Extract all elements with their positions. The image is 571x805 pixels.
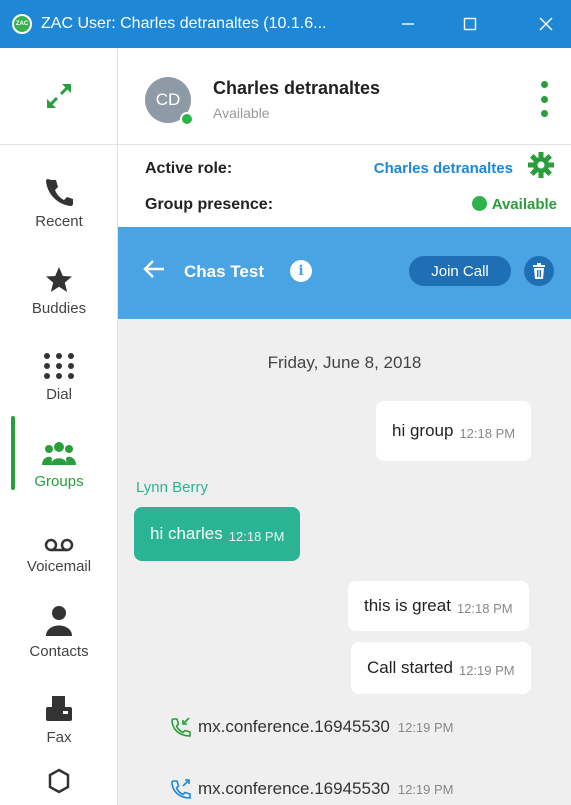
minimize-button[interactable] — [383, 0, 433, 48]
maximize-button[interactable] — [445, 0, 495, 48]
message-text: Call started — [367, 658, 453, 677]
expand-button[interactable] — [0, 48, 118, 145]
dialpad-icon — [44, 353, 74, 379]
voicemail-icon — [44, 538, 74, 552]
message-time: 12:19 PM — [458, 662, 515, 678]
kebab-dot — [540, 81, 548, 88]
role-panel: Active role: Charles detranaltes Group p… — [118, 145, 571, 227]
expand-icon — [46, 83, 72, 109]
sidebar-item-voicemail[interactable]: Voicemail — [0, 497, 118, 583]
call-log-time: 12:19 PM — [397, 719, 454, 735]
sidebar-item-fax[interactable]: Fax — [0, 668, 118, 754]
sidebar-item-groups[interactable]: Groups — [0, 412, 118, 498]
group-presence-label: Group presence: — [145, 196, 274, 213]
sidebar-item-label: Contacts — [29, 643, 89, 660]
conversation-header: Chas Test i Join Call — [118, 227, 571, 319]
trash-icon — [533, 263, 545, 279]
message-bubble-outgoing[interactable]: Call started 12:19 PM — [351, 642, 531, 694]
sidebar-item-label: Fax — [46, 729, 72, 746]
message-bubble-outgoing[interactable]: this is great 12:18 PM — [348, 581, 529, 631]
back-button[interactable] — [143, 258, 165, 285]
sidebar-item-contacts[interactable]: Contacts — [0, 582, 118, 668]
settings-icon — [48, 768, 70, 794]
user-status: Available — [213, 105, 270, 121]
call-log-text: mx.conference.16945530 — [198, 779, 390, 798]
call-log-text: mx.conference.16945530 — [198, 717, 390, 736]
sidebar-item-label: Recent — [35, 213, 83, 230]
conversation-title: Chas Test — [184, 262, 264, 281]
call-log-row[interactable]: mx.conference.16945530 12:19 PM — [170, 779, 454, 799]
user-name: Charles detranaltes — [213, 78, 381, 98]
sidebar-item-label: Groups — [34, 473, 84, 490]
person-icon — [46, 606, 72, 636]
join-call-button[interactable]: Join Call — [409, 256, 511, 286]
close-icon — [539, 17, 553, 31]
info-icon[interactable]: i — [290, 260, 312, 282]
role-settings-button[interactable] — [528, 152, 554, 183]
group-presence-text: Available — [491, 196, 557, 213]
message-sender: Lynn Berry — [136, 479, 208, 496]
presence-dot-icon — [471, 196, 487, 211]
outgoing-call-icon — [171, 779, 191, 799]
active-role-label: Active role: — [145, 160, 233, 177]
message-text: hi charles — [150, 524, 223, 543]
back-arrow-icon — [143, 260, 164, 278]
message-bubble-outgoing[interactable]: hi group 12:18 PM — [376, 401, 532, 461]
message-text: hi group — [392, 421, 454, 440]
date-separator: Friday, June 8, 2018 — [267, 353, 422, 372]
kebab-dot — [540, 110, 548, 117]
sidebar-item-label: Buddies — [31, 300, 87, 317]
delete-conversation-button[interactable] — [524, 256, 554, 286]
sidebar-item-label: Voicemail — [26, 558, 92, 575]
groups-icon — [42, 442, 76, 465]
window-title: ZAC User: Charles detranaltes (10.1.6... — [41, 15, 327, 32]
sidebar-item-label: Dial — [46, 386, 72, 403]
title-bar: ZAC ZAC User: Charles detranaltes (10.1.… — [0, 0, 571, 48]
active-role-value[interactable]: Charles detranaltes — [374, 160, 513, 177]
presence-indicator — [180, 112, 194, 126]
kebab-dot — [540, 95, 548, 103]
message-text: this is great — [364, 596, 451, 615]
minimize-icon — [402, 23, 414, 25]
app-logo-icon: ZAC — [12, 14, 32, 34]
close-button[interactable] — [521, 0, 571, 48]
call-log-time: 12:19 PM — [397, 781, 454, 797]
more-options-button[interactable] — [538, 81, 550, 117]
user-header: CD Charles detranaltes Available — [118, 48, 571, 145]
sidebar: Recent Buddies Dial Groups Voicemail Con… — [0, 48, 118, 805]
sidebar-item-more[interactable] — [0, 754, 118, 805]
group-presence-value[interactable]: Available — [471, 196, 557, 213]
sidebar-item-buddies[interactable]: Buddies — [0, 239, 118, 325]
maximize-icon — [463, 17, 477, 31]
message-time: 12:18 PM — [459, 425, 516, 441]
call-log-row[interactable]: mx.conference.16945530 12:19 PM — [170, 717, 454, 737]
sidebar-item-dial[interactable]: Dial — [0, 325, 118, 411]
gear-icon — [528, 152, 554, 178]
phone-icon — [46, 179, 73, 206]
incoming-call-icon — [171, 717, 191, 737]
message-list[interactable]: Friday, June 8, 2018 hi group 12:18 PM L… — [118, 319, 571, 805]
fax-icon — [46, 696, 72, 721]
message-time: 12:18 PM — [456, 600, 513, 616]
message-bubble-incoming[interactable]: hi charles 12:18 PM — [134, 507, 301, 561]
sidebar-item-recent[interactable]: Recent — [0, 152, 118, 238]
message-time: 12:18 PM — [228, 528, 285, 544]
star-icon — [46, 267, 72, 292]
